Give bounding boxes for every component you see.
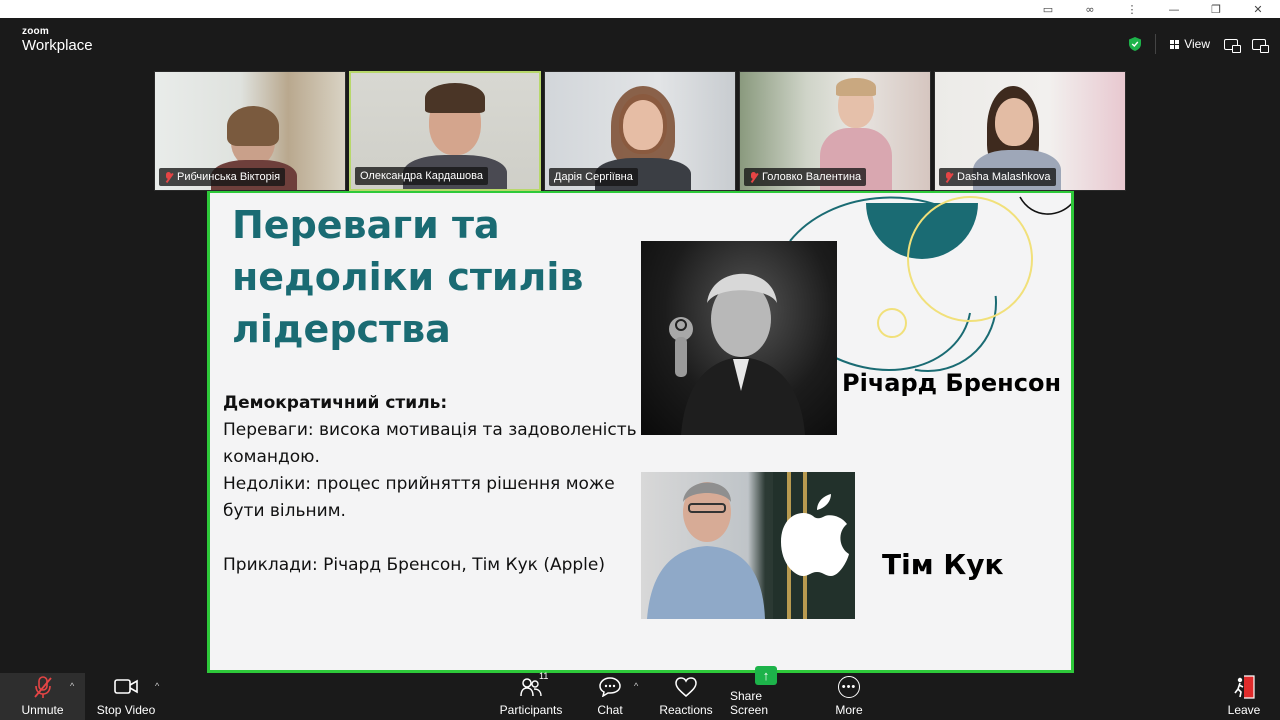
video-camera-icon [114, 679, 138, 694]
leave-label: Leave [1227, 703, 1261, 717]
stop-video-button[interactable]: Stop Video [90, 673, 162, 720]
more-button[interactable]: ••• More [830, 673, 868, 720]
participant-name-tag: Головко Валентина [744, 168, 867, 186]
participant-name: Dasha Malashkova [957, 171, 1051, 183]
slide-heading: Демократичний стиль: [223, 393, 448, 413]
participant-name-tag: Dasha Malashkova [939, 168, 1056, 186]
grid-view-icon [1170, 39, 1180, 49]
meeting-toolbar: Unmute ^ Stop Video ^ 11 Participants Ch… [0, 666, 1280, 720]
fullscreen-icon[interactable] [1252, 38, 1269, 53]
restore-button[interactable]: ❐ [1208, 3, 1224, 16]
muted-mic-icon [944, 171, 953, 183]
zoom-logo: zoom Workplace [22, 26, 93, 54]
muted-mic-icon [749, 171, 758, 183]
participants-label: Participants [499, 703, 563, 717]
shield-check-icon[interactable] [1129, 37, 1142, 51]
video-options-caret[interactable]: ^ [155, 681, 159, 691]
more-dots-icon: ••• [838, 676, 860, 698]
participant-name: Дарія Сергіївна [554, 171, 633, 183]
view-button[interactable]: View [1170, 37, 1210, 51]
close-button[interactable]: ✕ [1250, 3, 1266, 16]
slide-cons: Недоліки: процес прийняття рішення може … [223, 474, 615, 521]
slide-pros: Переваги: висока мотивація та задоволені… [223, 420, 637, 467]
share-screen-button[interactable]: ↑ Share Screen [730, 666, 802, 720]
os-title-bar: ▭ ∞ ⋮ — ❐ ✕ [0, 0, 1280, 18]
muted-microphone-icon [33, 676, 52, 698]
participant-tile[interactable]: Рибчинська Вікторія [154, 71, 346, 191]
zoom-header: zoom Workplace View [0, 18, 1280, 68]
shared-screen-slide: Переваги та недоліки стилів лідерства Де… [207, 191, 1074, 673]
brand-bottom: Workplace [22, 37, 93, 54]
caption-cook: Тім Кук [882, 548, 1004, 581]
slide-spacer [223, 525, 653, 552]
participant-strip: Рибчинська Вікторія Олександра Кардашова… [154, 71, 1126, 191]
header-controls: View [1129, 34, 1269, 54]
participants-button[interactable]: 11 Participants [496, 671, 566, 720]
share-screen-label: Share Screen [730, 689, 769, 717]
picture-in-picture-icon[interactable] [1224, 38, 1241, 53]
more-label: More [835, 703, 863, 717]
caption-branson: Річард Бренсон [842, 369, 1062, 397]
glasses-icon[interactable]: ∞ [1082, 3, 1098, 16]
leave-button[interactable]: Leave [1222, 673, 1266, 720]
heart-icon [675, 677, 697, 697]
reactions-button[interactable]: Reactions [656, 673, 716, 720]
kebab-menu-icon[interactable]: ⋮ [1124, 3, 1140, 16]
window-mode-icon[interactable]: ▭ [1040, 3, 1056, 16]
participant-tile[interactable]: Дарія Сергіївна [544, 71, 736, 191]
participant-tile-active-speaker[interactable]: Олександра Кардашова [349, 71, 541, 191]
participant-tile[interactable]: Головко Валентина [739, 71, 931, 191]
zoom-meeting-window: ▭ ∞ ⋮ — ❐ ✕ zoom Workplace View Рибчинсь… [0, 0, 1280, 720]
participants-count: 11 [539, 671, 549, 681]
reactions-label: Reactions [659, 703, 713, 717]
share-screen-icon: ↑ [755, 666, 777, 685]
chat-bubble-icon [599, 677, 621, 697]
cook-photo [641, 472, 855, 619]
chat-label: Chat [597, 703, 623, 717]
chat-button[interactable]: Chat [592, 673, 628, 720]
header-separator [1155, 34, 1157, 54]
participant-name: Рибчинська Вікторія [177, 171, 281, 183]
slide-examples: Приклади: Річард Бренсон, Тім Кук (Apple… [223, 555, 605, 575]
view-label: View [1184, 37, 1210, 51]
participant-name: Головко Валентина [762, 171, 862, 183]
leave-door-icon [1234, 675, 1255, 699]
chat-options-caret[interactable]: ^ [634, 681, 638, 691]
participant-tile[interactable]: Dasha Malashkova [934, 71, 1126, 191]
participant-name-tag: Олександра Кардашова [355, 167, 489, 185]
unmute-label: Unmute [21, 703, 64, 717]
slide-title: Переваги та недоліки стилів лідерства [232, 203, 584, 351]
participant-name: Олександра Кардашова [360, 170, 484, 182]
branson-photo [641, 241, 837, 435]
stop-video-label: Stop Video [96, 703, 156, 717]
audio-options-caret[interactable]: ^ [70, 681, 74, 691]
participant-name-tag: Рибчинська Вікторія [159, 168, 286, 186]
muted-mic-icon [164, 171, 173, 183]
brand-top: zoom [22, 26, 49, 37]
minimize-button[interactable]: — [1166, 3, 1182, 16]
slide-body: Демократичний стиль: Переваги: висока мо… [223, 390, 653, 579]
participant-name-tag: Дарія Сергіївна [549, 168, 638, 186]
